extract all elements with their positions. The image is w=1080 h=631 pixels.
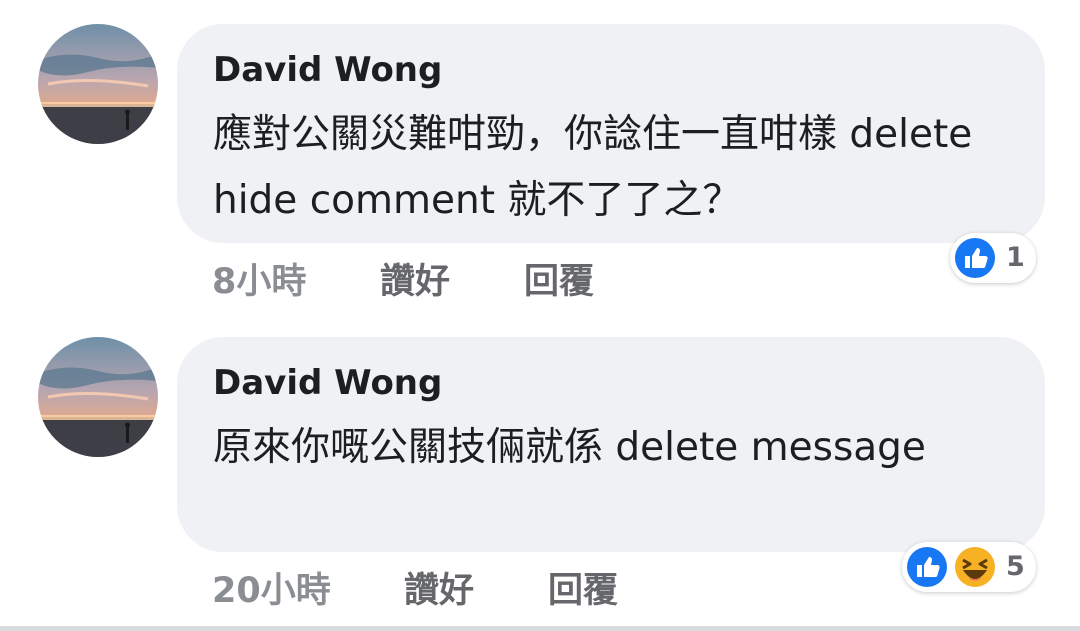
comment-timestamp[interactable]: 20小時 <box>212 562 331 613</box>
reaction-summary[interactable]: 1 <box>950 233 1036 283</box>
reply-button[interactable]: 回覆 <box>524 253 594 304</box>
reaction-count: 1 <box>1006 242 1025 273</box>
like-icon <box>955 238 995 278</box>
comment-text: 應對公關災難咁勁，你諗住一直咁樣 delete hide comment 就不了… <box>213 112 973 223</box>
comment-author[interactable]: David Wong <box>213 363 442 403</box>
like-button[interactable]: 讚好 <box>380 253 450 304</box>
avatar-sunset-image <box>38 24 158 144</box>
like-button[interactable]: 讚好 <box>404 562 474 613</box>
comment-author[interactable]: David Wong <box>213 50 442 90</box>
divider <box>0 626 1080 631</box>
reaction-summary[interactable]: 5 <box>902 542 1036 592</box>
comment-bubble: David Wong 原來你嘅公關技倆就係 delete message <box>177 337 1045 552</box>
avatar-sunset-image <box>38 337 158 457</box>
comment-text: 原來你嘅公關技倆就係 delete message <box>213 425 926 470</box>
reply-button[interactable]: 回覆 <box>548 562 618 613</box>
comment-timestamp[interactable]: 8小時 <box>212 253 306 304</box>
haha-icon <box>955 547 995 587</box>
comment-bubble: David Wong 應對公關災難咁勁，你諗住一直咁樣 delete hide … <box>177 24 1045 243</box>
reaction-count: 5 <box>1006 551 1025 582</box>
avatar[interactable] <box>38 24 158 144</box>
avatar[interactable] <box>38 337 158 457</box>
like-icon <box>907 547 947 587</box>
